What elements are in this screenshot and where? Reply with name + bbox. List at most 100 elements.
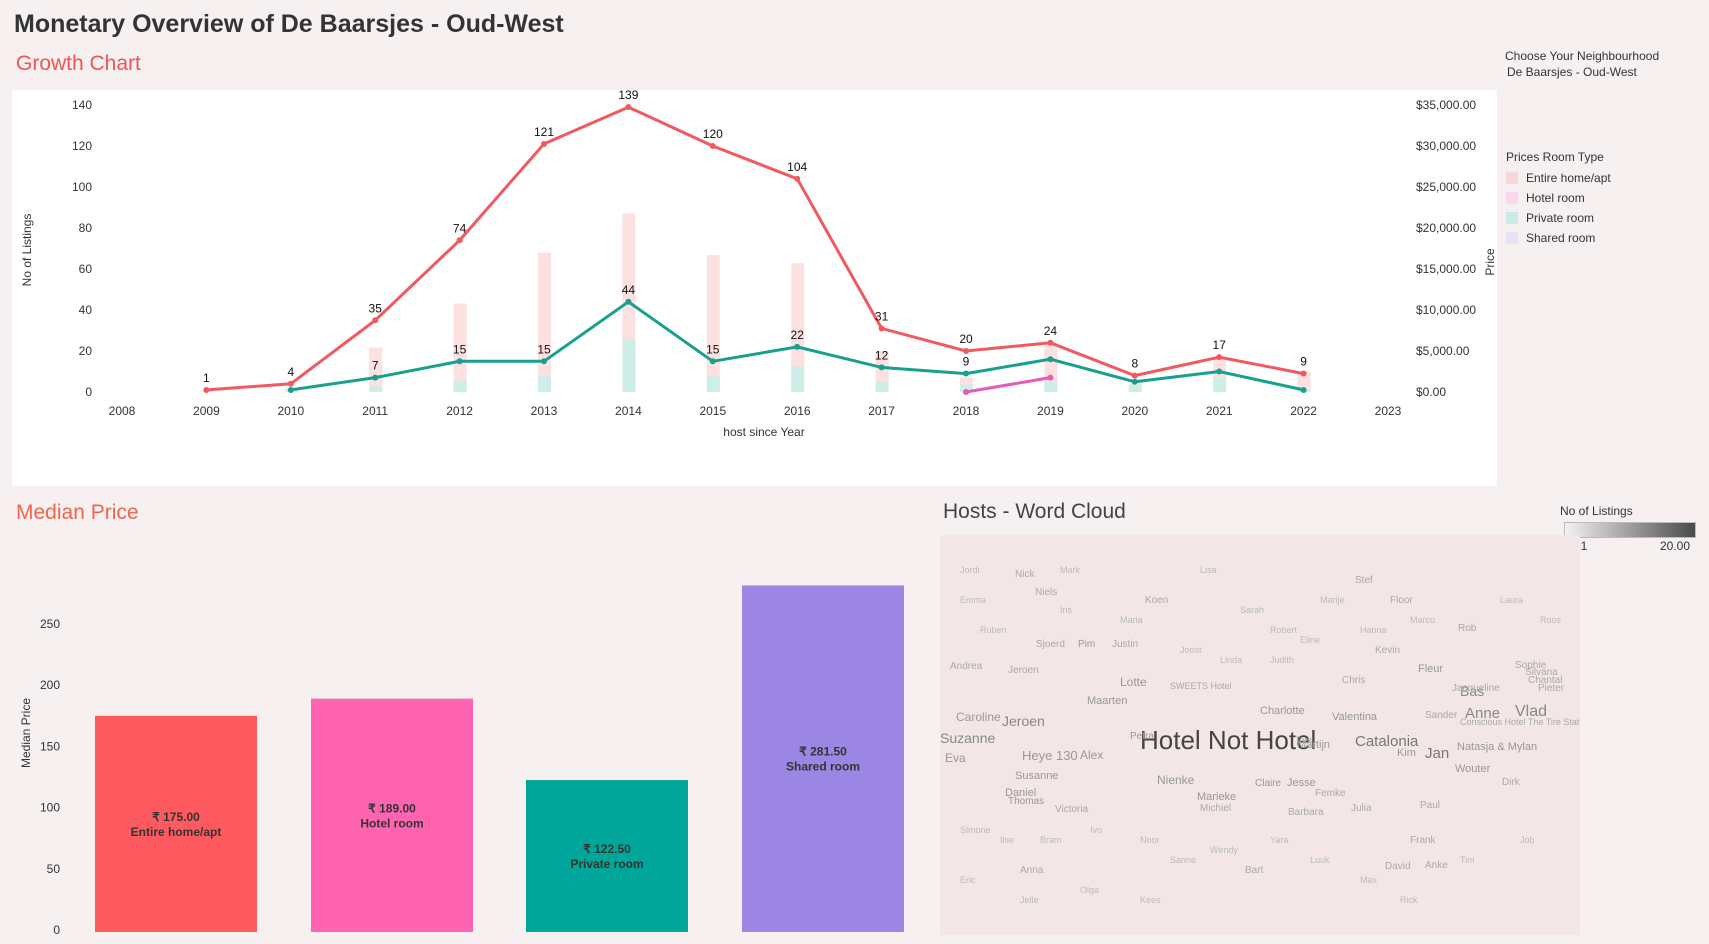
wordcloud-word[interactable]: Hotel Not Hotel <box>1140 725 1316 756</box>
wordcloud-word[interactable]: Maria <box>1120 615 1143 625</box>
wordcloud-word[interactable]: Jan <box>1425 745 1449 762</box>
wordcloud-word[interactable]: Maarten <box>1087 695 1127 707</box>
wordcloud-word[interactable]: Simone <box>960 825 991 835</box>
wordcloud-word[interactable]: Jeroen <box>1002 713 1045 729</box>
wordcloud-word[interactable]: Andrea <box>950 661 982 672</box>
wordcloud-word[interactable]: Sanne <box>1170 855 1196 865</box>
wordcloud-word[interactable]: Pim <box>1078 639 1095 650</box>
wordcloud-word[interactable]: Job <box>1520 835 1535 845</box>
wordcloud-word[interactable]: Iris <box>1060 605 1072 615</box>
room-type-legend-item[interactable]: Private room <box>1506 208 1611 228</box>
wordcloud-word[interactable]: Emma <box>960 595 986 605</box>
wordcloud-word[interactable]: Susanne <box>1015 770 1058 782</box>
wordcloud-word[interactable]: Niels <box>1035 587 1057 598</box>
wordcloud-word[interactable]: Jeroen <box>1008 665 1039 676</box>
wordcloud-word[interactable]: Suzanne <box>940 730 995 746</box>
wordcloud-word[interactable]: Rick <box>1400 895 1418 905</box>
wordcloud-word[interactable]: Wouter <box>1455 763 1490 775</box>
wordcloud-word[interactable]: Barbara <box>1288 807 1324 818</box>
wordcloud-word[interactable]: Eline <box>1300 635 1320 645</box>
series-point <box>963 389 969 395</box>
wordcloud-word[interactable]: SWEETS Hotel <box>1170 681 1232 691</box>
neighbourhood-filter-value[interactable]: De Baarsjes - Oud-West <box>1507 65 1637 79</box>
data-label: 22 <box>791 328 805 342</box>
wordcloud-word[interactable]: Mark <box>1060 565 1080 575</box>
wordcloud-word[interactable]: Alex <box>1080 748 1103 762</box>
wordcloud-word[interactable]: Sjoerd <box>1036 639 1065 650</box>
wordcloud-word[interactable]: Judith <box>1270 655 1294 665</box>
wordcloud-word[interactable]: Heye 130 <box>1022 748 1078 763</box>
wordcloud-word[interactable]: Lotte <box>1120 675 1147 689</box>
wordcloud-word[interactable]: Sarah <box>1240 605 1264 615</box>
wordcloud-word[interactable]: Laura <box>1500 595 1523 605</box>
wordcloud-word[interactable]: Max <box>1360 875 1377 885</box>
median-price-chart[interactable]: 250 200 150 100 50 0 Median Price ₹ 175.00Entir… <box>0 530 920 944</box>
wordcloud-word[interactable]: Claire <box>1255 778 1281 789</box>
growth-chart[interactable]: 140120100806040200$35,000.00$30,000.00$2… <box>12 88 1497 486</box>
wordcloud-word[interactable]: Koen <box>1145 595 1168 606</box>
wordcloud-word[interactable]: Dirk <box>1502 777 1520 788</box>
wordcloud-word[interactable]: Yara <box>1270 835 1288 845</box>
wordcloud-word[interactable]: Robert <box>1270 625 1297 635</box>
room-type-legend-item[interactable]: Hotel room <box>1506 188 1611 208</box>
wordcloud-word[interactable]: Frank <box>1410 835 1436 846</box>
wordcloud-word[interactable]: Roos <box>1540 615 1561 625</box>
wordcloud-word[interactable]: Chantal <box>1528 675 1562 686</box>
wordcloud-word[interactable]: Justin <box>1112 639 1138 650</box>
wordcloud-word[interactable]: Michiel <box>1200 803 1231 814</box>
wordcloud-word[interactable]: Paul <box>1420 800 1440 811</box>
wordcloud-word[interactable]: Valentina <box>1332 711 1377 723</box>
wordcloud-word[interactable]: Marije <box>1320 595 1345 605</box>
wordcloud-word[interactable]: Nick <box>1015 569 1034 580</box>
wordcloud-word[interactable]: Kees <box>1140 895 1161 905</box>
wordcloud-word[interactable]: Eva <box>945 751 966 765</box>
wordcloud-word[interactable]: Kim <box>1397 747 1416 759</box>
wordcloud-word[interactable]: Stef <box>1355 575 1373 586</box>
room-type-legend-item[interactable]: Entire home/apt <box>1506 168 1611 188</box>
price-bar <box>622 339 636 392</box>
wordcloud-word[interactable]: Ilse <box>1000 835 1014 845</box>
wordcloud-word[interactable]: Luuk <box>1310 855 1330 865</box>
wordcloud-word[interactable]: Victoria <box>1055 804 1088 815</box>
wordcloud-word[interactable]: Linda <box>1220 655 1242 665</box>
wordcloud-word[interactable]: Chris <box>1342 675 1365 686</box>
wordcloud-word[interactable]: Ivo <box>1090 825 1102 835</box>
wordcloud-word[interactable]: Anke <box>1425 860 1448 871</box>
wordcloud-word[interactable]: Anna <box>1020 865 1043 876</box>
wordcloud-word[interactable]: Sander <box>1425 710 1457 721</box>
wordcloud-word[interactable]: Jordi <box>960 565 980 575</box>
wordcloud-word[interactable]: Noor <box>1140 835 1160 845</box>
wordcloud-word[interactable]: Floor <box>1390 595 1413 606</box>
wordcloud-word[interactable]: Femke <box>1315 788 1346 799</box>
wordcloud-word[interactable]: Marco <box>1410 615 1435 625</box>
wordcloud-word[interactable]: Natasja & Mylan <box>1457 741 1537 753</box>
wordcloud-word[interactable]: Jesse <box>1287 777 1316 789</box>
wordcloud-word[interactable]: Kevin <box>1375 645 1400 656</box>
wordcloud-word[interactable]: Charlotte <box>1260 705 1305 717</box>
wordcloud-word[interactable]: Nienke <box>1157 773 1194 787</box>
wordcloud-word[interactable]: Hanna <box>1360 625 1387 635</box>
wordcloud-word[interactable]: Ruben <box>980 625 1007 635</box>
wordcloud-word[interactable]: Olga <box>1080 885 1099 895</box>
wordcloud-word[interactable]: Conscious Hotel The Tire Station <box>1460 717 1580 727</box>
wordcloud-word[interactable]: Julia <box>1351 803 1372 814</box>
wordcloud-word[interactable]: Jelle <box>1020 895 1039 905</box>
wordcloud-word[interactable]: David <box>1385 861 1411 872</box>
wordcloud-word[interactable]: Petra <box>1130 731 1154 742</box>
wordcloud-word[interactable]: Marieke <box>1197 791 1236 803</box>
wordcloud-word[interactable]: Bart <box>1245 865 1263 876</box>
wordcloud-word[interactable]: Wendy <box>1210 845 1238 855</box>
wordcloud-word[interactable]: Lisa <box>1200 565 1217 575</box>
wordcloud-word[interactable]: Tim <box>1460 855 1475 865</box>
wordcloud-word[interactable]: Rob <box>1458 623 1476 634</box>
room-type-legend-item[interactable]: Shared room <box>1506 228 1611 248</box>
wordcloud-word[interactable]: Jacqueline <box>1452 683 1500 694</box>
y-axis-tick: 0 <box>53 923 60 937</box>
wordcloud-word[interactable]: Joost <box>1180 645 1202 655</box>
wordcloud-word[interactable]: Caroline <box>956 710 1001 724</box>
wordcloud-word[interactable]: Eric <box>960 875 976 885</box>
wordcloud-word[interactable]: Thomas <box>1008 796 1044 807</box>
wordcloud-word[interactable]: Bram <box>1040 835 1062 845</box>
wordcloud-word[interactable]: Tom <box>1295 735 1312 745</box>
wordcloud-word[interactable]: Fleur <box>1418 663 1443 675</box>
